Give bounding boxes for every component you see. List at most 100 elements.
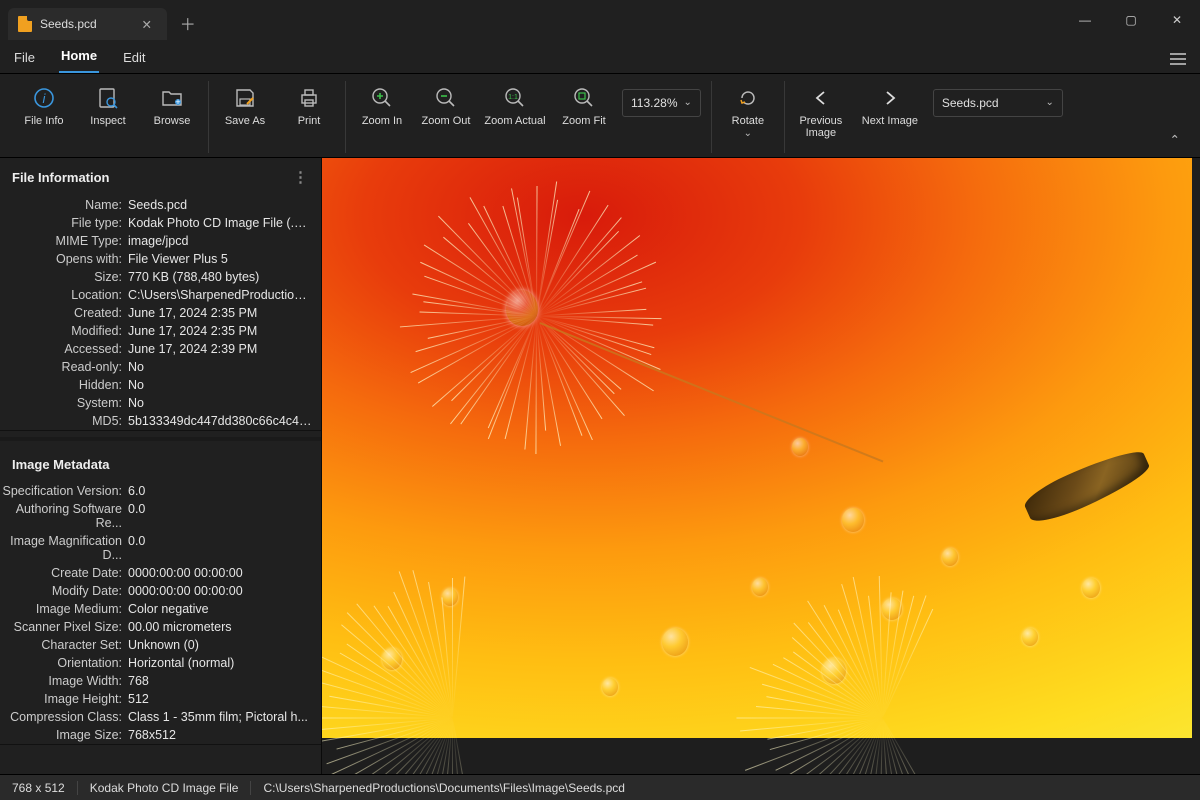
zoom-in-icon xyxy=(369,85,395,111)
zoom-actual-button[interactable]: 1:1 Zoom Actual xyxy=(480,83,550,128)
info-value: No xyxy=(128,378,321,392)
zoom-out-icon xyxy=(433,85,459,111)
info-value: image/jpcd xyxy=(128,234,321,248)
info-value: Seeds.pcd xyxy=(128,198,321,212)
panel-divider xyxy=(0,437,321,441)
save-as-button[interactable]: Save As xyxy=(215,83,275,128)
next-image-button[interactable]: Next Image xyxy=(855,83,925,128)
info-value: 768x512 xyxy=(128,728,321,742)
menu-file[interactable]: File xyxy=(12,44,37,73)
info-key: Compression Class: xyxy=(0,710,128,724)
info-value: 0000:00:00 00:00:00 xyxy=(128,584,321,598)
previous-image-button[interactable]: Previous Image xyxy=(791,83,851,140)
info-row: Created:June 17, 2024 2:35 PM xyxy=(0,304,321,322)
info-key: MIME Type: xyxy=(0,234,128,248)
save-icon xyxy=(232,85,258,111)
info-row: Create Date:0000:00:00 00:00:00 xyxy=(0,564,321,582)
status-filetype: Kodak Photo CD Image File xyxy=(78,781,252,795)
file-information-header: File Information ⋮ xyxy=(0,158,321,196)
info-value: 0.0 xyxy=(128,502,321,530)
info-row: Modify Date:0000:00:00 00:00:00 xyxy=(0,582,321,600)
menu-home[interactable]: Home xyxy=(59,42,99,73)
file-select-value: Seeds.pcd xyxy=(942,96,999,110)
print-button[interactable]: Print xyxy=(279,83,339,128)
panel-menu-icon[interactable]: ⋮ xyxy=(293,168,309,186)
chevron-down-icon: ⌄ xyxy=(1045,97,1053,108)
status-dimensions: 768 x 512 xyxy=(0,781,78,795)
hamburger-menu-icon[interactable] xyxy=(1168,47,1188,73)
zoom-value: 113.28% xyxy=(631,96,677,110)
maximize-button[interactable]: ▢ xyxy=(1108,0,1154,40)
image-viewport[interactable] xyxy=(322,158,1200,774)
close-window-button[interactable]: ✕ xyxy=(1154,0,1200,40)
info-row: Hidden:No xyxy=(0,376,321,394)
document-tab[interactable]: Seeds.pcd ✕ xyxy=(8,8,167,40)
info-value: C:\Users\SharpenedProductions\Docu... xyxy=(128,288,321,302)
info-key: Name: xyxy=(0,198,128,212)
zoom-actual-icon: 1:1 xyxy=(502,85,528,111)
minimize-button[interactable]: — xyxy=(1062,0,1108,40)
info-value: June 17, 2024 2:35 PM xyxy=(128,324,321,338)
ribbon: i File Info Inspect + Browse Save As Pri… xyxy=(0,74,1200,158)
info-value: Horizontal (normal) xyxy=(128,656,321,670)
info-row: Image Size:768x512 xyxy=(0,726,321,744)
info-row: System:No xyxy=(0,394,321,412)
info-row: Image Height:512 xyxy=(0,690,321,708)
image-metadata-header: Image Metadata xyxy=(0,447,321,482)
info-key: Modified: xyxy=(0,324,128,338)
info-value: Class 1 - 35mm film; Pictoral h... xyxy=(128,710,321,724)
info-row: Image Medium:Color negative xyxy=(0,600,321,618)
info-row: Location:C:\Users\SharpenedProductions\D… xyxy=(0,286,321,304)
info-key: Image Height: xyxy=(0,692,128,706)
info-row: Accessed:June 17, 2024 2:39 PM xyxy=(0,340,321,358)
chevron-down-icon: ⌄ xyxy=(683,97,691,108)
status-path: C:\Users\SharpenedProductions\Documents\… xyxy=(251,781,637,795)
info-value: June 17, 2024 2:35 PM xyxy=(128,306,321,320)
collapse-ribbon-icon[interactable]: ⌃ xyxy=(1158,132,1192,155)
info-icon: i xyxy=(31,85,57,111)
info-key: Create Date: xyxy=(0,566,128,580)
info-key: Read-only: xyxy=(0,360,128,374)
info-value: 5b133349dc447dd380c66c4c4fc5f592 xyxy=(128,414,321,428)
info-row: Image Width:768 xyxy=(0,672,321,690)
zoom-in-button[interactable]: Zoom In xyxy=(352,83,412,128)
info-key: Modify Date: xyxy=(0,584,128,598)
info-key: File type: xyxy=(0,216,128,230)
new-tab-button[interactable]: ＋ xyxy=(173,8,203,38)
info-value: 770 KB (788,480 bytes) xyxy=(128,270,321,284)
info-key: Specification Version: xyxy=(0,484,128,498)
print-icon xyxy=(296,85,322,111)
info-value: File Viewer Plus 5 xyxy=(128,252,321,266)
browse-button[interactable]: + Browse xyxy=(142,83,202,128)
info-row: Authoring Software Re...0.0 xyxy=(0,500,321,532)
zoom-fit-icon xyxy=(571,85,597,111)
zoom-level-dropdown[interactable]: 113.28% ⌄ xyxy=(622,89,701,117)
chevron-right-icon xyxy=(877,85,903,111)
info-key: Image Size: xyxy=(0,728,128,742)
info-row: Modified:June 17, 2024 2:35 PM xyxy=(0,322,321,340)
zoom-fit-button[interactable]: Zoom Fit xyxy=(554,83,614,128)
info-panel: File Information ⋮ Name:Seeds.pcdFile ty… xyxy=(0,158,322,774)
rotate-button[interactable]: Rotate⌄ xyxy=(718,83,778,140)
info-value: Unknown (0) xyxy=(128,638,321,652)
inspect-button[interactable]: Inspect xyxy=(78,83,138,128)
zoom-out-button[interactable]: Zoom Out xyxy=(416,83,476,128)
info-value: No xyxy=(128,396,321,410)
info-value: Kodak Photo CD Image File (.pcd) xyxy=(128,216,321,230)
info-key: System: xyxy=(0,396,128,410)
file-select-dropdown[interactable]: Seeds.pcd ⌄ xyxy=(933,89,1063,117)
close-tab-icon[interactable]: ✕ xyxy=(139,17,155,32)
window-controls: — ▢ ✕ xyxy=(1062,0,1200,40)
workspace: File Information ⋮ Name:Seeds.pcdFile ty… xyxy=(0,158,1200,774)
menu-edit[interactable]: Edit xyxy=(121,44,147,73)
info-row: MIME Type:image/jpcd xyxy=(0,232,321,250)
info-key: Scanner Pixel Size: xyxy=(0,620,128,634)
tab-title: Seeds.pcd xyxy=(40,17,97,31)
info-key: Size: xyxy=(0,270,128,284)
svg-text:i: i xyxy=(43,91,47,106)
info-key: Opens with: xyxy=(0,252,128,266)
file-info-button[interactable]: i File Info xyxy=(14,83,74,128)
info-key: Orientation: xyxy=(0,656,128,670)
info-key: Created: xyxy=(0,306,128,320)
info-row: Opens with:File Viewer Plus 5 xyxy=(0,250,321,268)
